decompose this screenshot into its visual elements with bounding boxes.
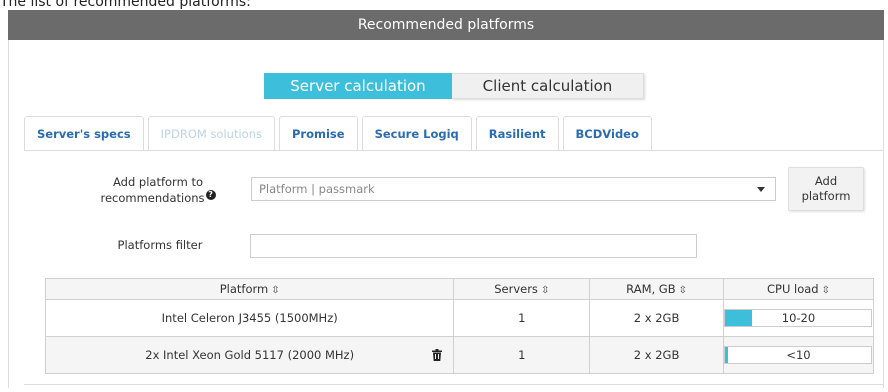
tab-bcdvideo[interactable]: BCDVideo xyxy=(562,116,652,150)
table-row[interactable]: 2x Intel Xeon Gold 5117 (2000 MHz) 1 2 x… xyxy=(44,336,875,374)
client-calculation-label: Client calculation xyxy=(482,77,613,95)
calculation-toggle: Server calculation Client calculation xyxy=(264,73,644,99)
add-platform-label-line2: recommendations xyxy=(100,191,205,205)
tab-ipdrom-solutions[interactable]: IPDROM solutions xyxy=(147,116,275,150)
platform-name: Intel Celeron J3455 (1500MHz) xyxy=(161,311,338,325)
sort-icon[interactable]: ⇳ xyxy=(822,285,830,296)
platform-cell: Intel Celeron J3455 (1500MHz) xyxy=(44,299,455,337)
help-icon[interactable]: ? xyxy=(205,190,216,200)
caret-down-icon[interactable] xyxy=(757,187,765,192)
platform-select-placeholder: Platform | passmark xyxy=(259,182,375,196)
column-header-platform-label: Platform xyxy=(219,282,269,296)
panel-header: Recommended platforms xyxy=(8,10,884,40)
cpu-load-fill xyxy=(725,310,752,326)
servers-cell: 1 xyxy=(453,336,591,374)
column-header-platform[interactable]: Platform ⇳ xyxy=(44,278,455,300)
cpu-load-value: <10 xyxy=(786,348,811,362)
column-header-ram[interactable]: RAM, GB ⇳ xyxy=(589,278,724,300)
tab-servers-specs[interactable]: Server's specs xyxy=(24,116,144,150)
tab-rasilient[interactable]: Rasilient xyxy=(475,116,559,150)
platforms-filter-label: Platforms filter xyxy=(117,238,203,252)
column-header-servers-label: Servers xyxy=(494,282,538,296)
column-header-cpu-load-label: CPU load xyxy=(766,282,819,296)
column-header-cpu-load[interactable]: CPU load ⇳ xyxy=(722,278,875,300)
client-calculation-button[interactable]: Client calculation xyxy=(452,73,644,99)
ram-cell: 2 x 2GB xyxy=(589,336,724,374)
panel-title: Recommended platforms xyxy=(357,17,535,33)
page-caption: The list of recommended platforms: xyxy=(0,0,251,10)
table-row[interactable]: Intel Celeron J3455 (1500MHz) 1 2 x 2GB … xyxy=(44,299,875,337)
add-platform-label: Add platform to recommendations? xyxy=(78,174,238,206)
column-header-servers[interactable]: Servers ⇳ xyxy=(453,278,591,300)
ram-cell: 2 x 2GB xyxy=(589,299,724,337)
cpu-load-cell: 10-20 xyxy=(722,299,875,337)
server-calculation-label: Server calculation xyxy=(290,77,426,95)
cpu-load-cell: <10 xyxy=(722,336,875,374)
platform-cell: 2x Intel Xeon Gold 5117 (2000 MHz) xyxy=(44,336,455,374)
server-calculation-button[interactable]: Server calculation xyxy=(264,73,452,99)
platforms-table: Platform ⇳ Servers ⇳ RAM, GB ⇳ CPU load ⇳ In… xyxy=(44,278,875,374)
bottom-divider xyxy=(24,384,884,385)
sort-icon[interactable]: ⇳ xyxy=(271,285,279,296)
cpu-load-fill xyxy=(725,347,729,363)
sort-icon[interactable]: ⇳ xyxy=(541,285,549,296)
servers-cell: 1 xyxy=(453,299,591,337)
tab-secure-logiq[interactable]: Secure Logiq xyxy=(361,116,472,150)
cpu-load-bar: 10-20 xyxy=(724,309,873,327)
sort-icon[interactable]: ⇳ xyxy=(679,285,687,296)
table-header-row: Platform ⇳ Servers ⇳ RAM, GB ⇳ CPU load ⇳ xyxy=(44,278,875,300)
trash-icon[interactable] xyxy=(432,349,443,361)
cpu-load-bar: <10 xyxy=(724,346,873,364)
platform-tabs: Server's specs IPDROM solutions Promise … xyxy=(24,116,656,150)
platform-name: 2x Intel Xeon Gold 5117 (2000 MHz) xyxy=(145,348,355,362)
add-platform-button[interactable]: Add platform xyxy=(788,167,864,211)
add-platform-label-line1: Add platform to xyxy=(113,175,203,189)
cpu-load-value: 10-20 xyxy=(781,311,816,325)
platforms-filter-input[interactable] xyxy=(250,234,697,258)
add-platform-button-line1: Add xyxy=(814,174,838,188)
tabs-divider xyxy=(24,150,884,151)
add-platform-button-line2: platform xyxy=(801,189,851,203)
column-header-ram-label: RAM, GB xyxy=(626,282,676,296)
platform-select[interactable]: Platform | passmark xyxy=(251,177,776,201)
tab-promise[interactable]: Promise xyxy=(278,116,358,150)
add-platform-button-label: Add platform xyxy=(802,174,851,204)
